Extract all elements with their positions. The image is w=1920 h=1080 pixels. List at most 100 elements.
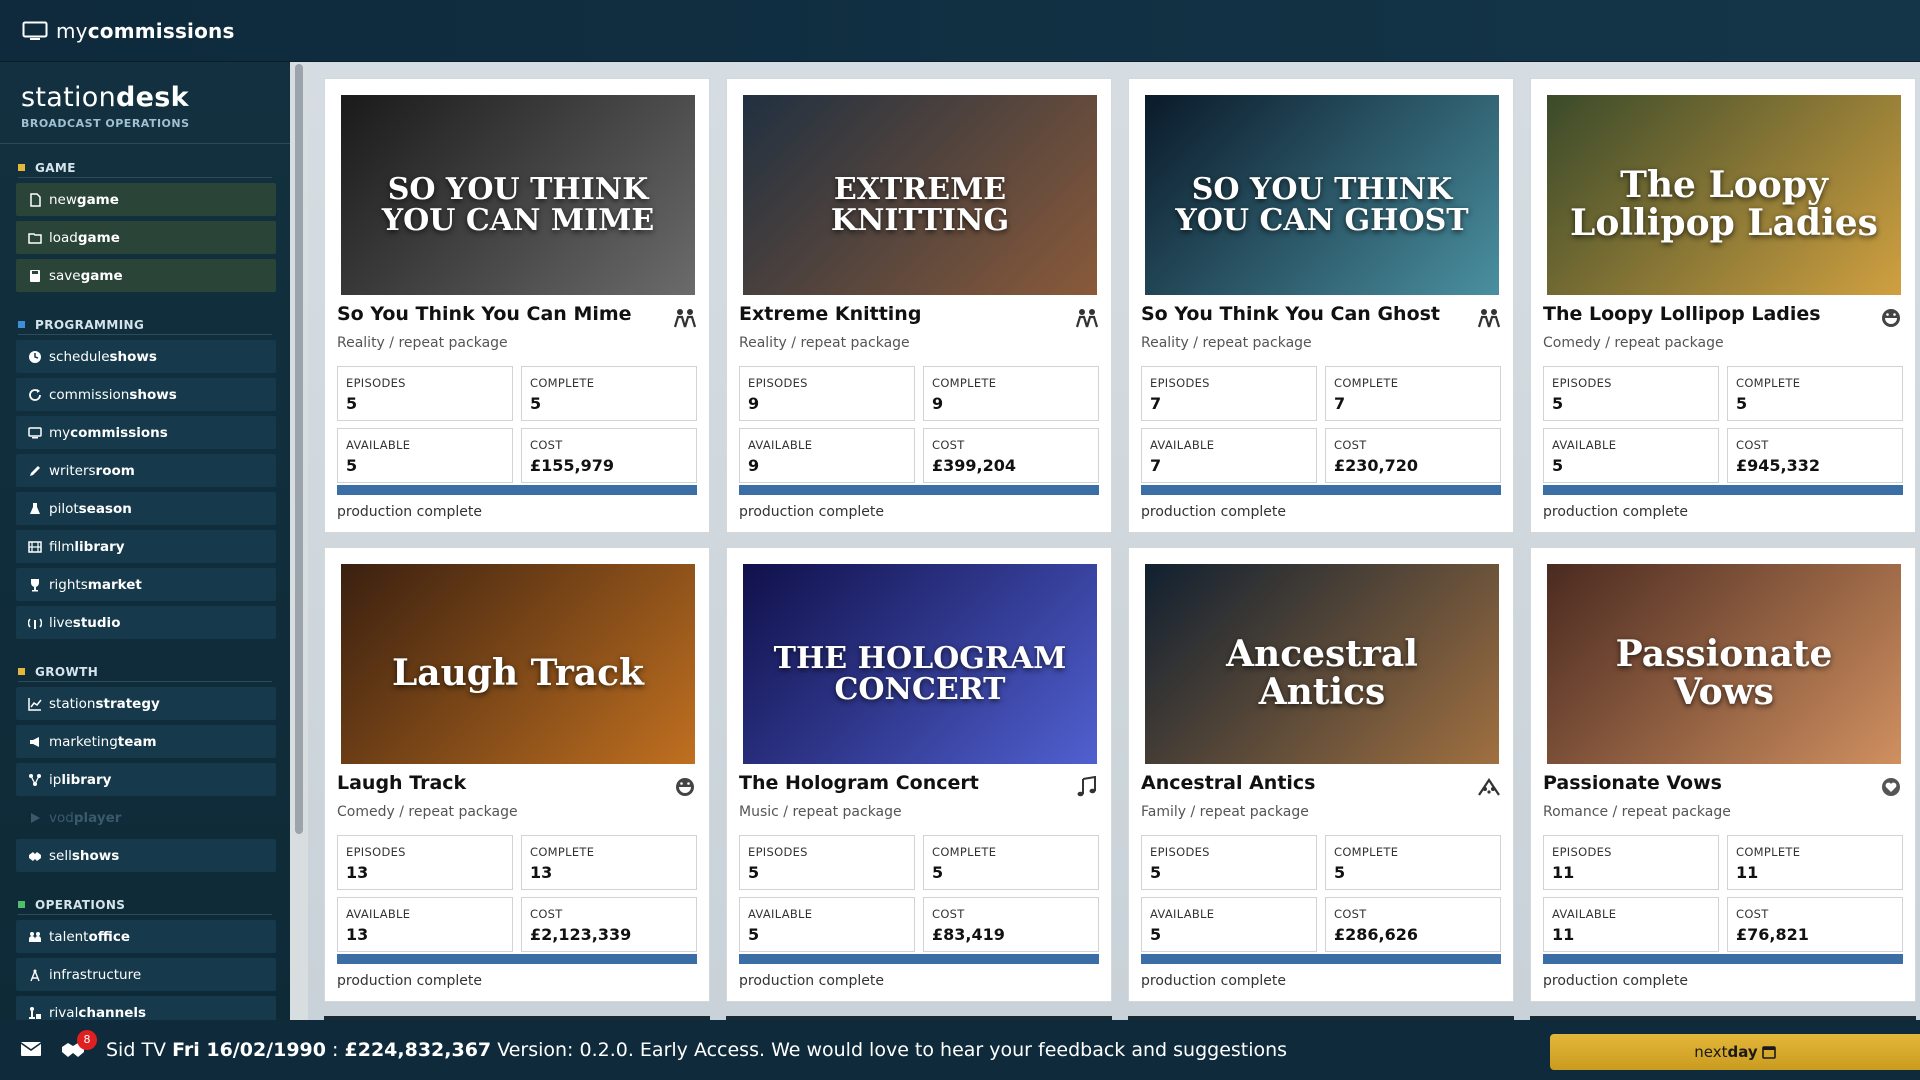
stat-value: 13 (346, 925, 369, 944)
label-bold: shows (109, 348, 157, 365)
stat-value: £2,123,339 (530, 925, 632, 944)
label-bold: game (80, 267, 123, 284)
stat-value: 11 (1736, 863, 1759, 882)
show-title: Passionate Vows (1543, 772, 1722, 794)
stat-episodes: EPISODES 13 (337, 835, 513, 890)
show-genre: Reality / repeat package (337, 335, 508, 351)
stat-label: COST (932, 907, 965, 921)
sidebar-item-iplibrary[interactable]: iplibrary (16, 763, 276, 796)
sidebar-item-rightsmarket[interactable]: rightsmarket (16, 568, 276, 601)
stat-value: £945,332 (1736, 456, 1821, 475)
next-day-button[interactable]: next day (1550, 1034, 1920, 1070)
production-progress-fill (337, 954, 697, 964)
refresh-icon (27, 388, 43, 402)
show-poster[interactable]: SO YOU THINK YOU CAN MIME (341, 95, 695, 295)
sidebar-item-pilotseason[interactable]: pilotseason (16, 492, 276, 525)
commission-card-the-hologram-concert[interactable]: THE HOLOGRAM CONCERT The Hologram Concer… (726, 547, 1112, 1002)
sidebar-item-filmlibrary[interactable]: filmlibrary (16, 530, 276, 563)
show-poster[interactable]: Passionate Vows (1547, 564, 1901, 764)
commission-card-so-you-think-you-can-mime[interactable]: SO YOU THINK YOU CAN MIME So You Think Y… (324, 78, 710, 533)
show-genre: Music / repeat package (739, 804, 902, 820)
commission-card-laugh-track[interactable]: Laugh Track Laugh Track Comedy / repeat … (324, 547, 710, 1002)
stat-label: AVAILABLE (346, 907, 411, 921)
app-title-light: my (56, 18, 88, 43)
label-plain: infrastructure (49, 966, 142, 983)
flask-icon (27, 502, 43, 516)
show-poster[interactable]: The Loopy Lollipop Ladies (1547, 95, 1901, 295)
label-light: save (49, 267, 81, 284)
production-progress-fill (1543, 485, 1903, 495)
label-light: rival (49, 1004, 79, 1021)
section-title: PROGRAMMING (35, 317, 145, 332)
sidebar-scrollbar[interactable] (290, 62, 308, 1020)
sidebar-item-commissionshows[interactable]: commissionshows (16, 378, 276, 411)
show-poster[interactable]: Laugh Track (341, 564, 695, 764)
label-light: talent (49, 928, 89, 945)
stat-value: £230,720 (1334, 456, 1419, 475)
sidebar-item-stationstrategy[interactable]: stationstrategy (16, 687, 276, 720)
production-status: production complete (337, 504, 483, 520)
sidebar-item-rivalchannels[interactable]: rivalchannels (16, 996, 276, 1020)
sidebar-scrollbar-thumb[interactable] (295, 64, 303, 834)
poster-title-text: Laugh Track (391, 652, 645, 695)
section-growth: GROWTH (18, 662, 272, 682)
show-poster[interactable]: SO YOU THINK YOU CAN GHOST (1145, 95, 1499, 295)
sidebar-item-sellshows[interactable]: sellshows (16, 839, 276, 872)
section-title: GAME (35, 160, 76, 175)
show-genre: Comedy / repeat package (337, 804, 518, 820)
label-light: film (49, 538, 75, 555)
sidebar-item-mycommissions[interactable]: mycommissions (16, 416, 276, 449)
stat-label: AVAILABLE (1150, 907, 1215, 921)
commission-card-the-loopy-lollipop-ladies[interactable]: The Loopy Lollipop Ladies The Loopy Loll… (1530, 78, 1916, 533)
label-bold: market (87, 576, 142, 593)
production-status: production complete (1141, 504, 1287, 520)
production-progress-bar (1543, 485, 1903, 495)
stat-label: COMPLETE (1736, 845, 1801, 859)
label-bold: library (61, 771, 112, 788)
commission-card-so-you-think-you-can-ghost[interactable]: SO YOU THINK YOU CAN GHOST So You Think … (1128, 78, 1514, 533)
sidebar-item-loadgame[interactable]: loadgame (16, 221, 276, 254)
laugh-icon (676, 778, 694, 796)
stat-label: EPISODES (748, 376, 808, 390)
sidebar-item-label: writersroom (49, 463, 135, 479)
network-icon (27, 773, 43, 787)
stat-value: 7 (1150, 394, 1162, 413)
stat-value: £399,204 (932, 456, 1017, 475)
stat-label: AVAILABLE (1150, 438, 1215, 452)
poster-title-text: The Loopy Lollipop Ladies (1570, 164, 1878, 244)
stat-available: AVAILABLE 5 (1543, 428, 1719, 483)
film-icon (27, 540, 43, 554)
commission-card-passionate-vows[interactable]: Passionate Vows Passionate Vows Romance … (1530, 547, 1916, 1002)
app-title: mycommissions (56, 19, 235, 43)
label-light: marketing (49, 733, 118, 750)
mail-icon[interactable] (20, 1040, 42, 1058)
show-poster[interactable]: EXTREME KNITTING (743, 95, 1097, 295)
sidebar-item-savegame[interactable]: savegame (16, 259, 276, 292)
sidebar-item-scheduleshows[interactable]: scheduleshows (16, 340, 276, 373)
people-icon (1477, 309, 1501, 328)
label-light: schedule (49, 348, 110, 365)
stat-available: AVAILABLE 5 (337, 428, 513, 483)
commission-card-ancestral-antics[interactable]: Ancestral Antics Ancestral Antics Family… (1128, 547, 1514, 1002)
production-progress-bar (739, 954, 1099, 964)
show-poster[interactable]: Ancestral Antics (1145, 564, 1499, 764)
sidebar-item-newgame[interactable]: newgame (16, 183, 276, 216)
stat-value: 5 (932, 863, 944, 882)
sidebar-item-label: marketingteam (49, 734, 157, 750)
sidebar-item-writersroom[interactable]: writersroom (16, 454, 276, 487)
sidebar-item-talentoffice[interactable]: talentoffice (16, 920, 276, 953)
sidebar-item-livestudio[interactable]: livestudio (16, 606, 276, 639)
stat-value: £83,419 (932, 925, 1005, 944)
show-poster[interactable]: THE HOLOGRAM CONCERT (743, 564, 1097, 764)
section-title: OPERATIONS (35, 897, 126, 912)
sidebar-item-label: vodplayer (49, 810, 121, 826)
commission-card-extreme-knitting[interactable]: EXTREME KNITTING Extreme Knitting Realit… (726, 78, 1112, 533)
stat-value: 5 (346, 394, 358, 413)
stat-label: COMPLETE (932, 845, 997, 859)
section-marker (18, 901, 25, 908)
version-message: Version: 0.2.0. Early Access. We would l… (497, 1039, 1288, 1061)
sidebar-item-marketingteam[interactable]: marketingteam (16, 725, 276, 758)
sidebar-item-label: scheduleshows (49, 349, 157, 365)
label-bold: studio (72, 614, 121, 631)
sidebar-item-infrastructure[interactable]: infrastructure (16, 958, 276, 991)
